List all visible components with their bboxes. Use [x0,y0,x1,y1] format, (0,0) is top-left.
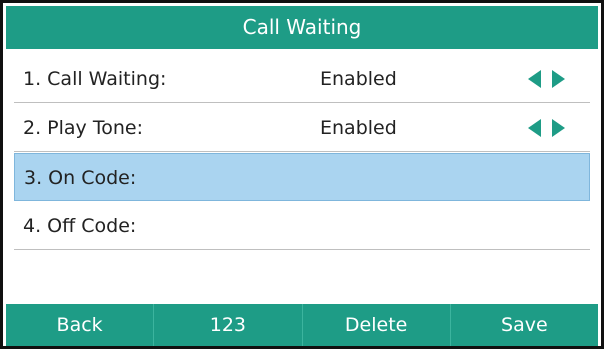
arrow-right-icon[interactable] [552,119,565,137]
arrow-left-icon[interactable] [528,119,541,137]
row-label: 4. Off Code: [23,215,137,237]
row-label: 1. Call Waiting: [23,68,167,90]
row-value: Enabled [320,68,397,90]
back-button[interactable]: Back [6,304,155,346]
arrow-right-icon[interactable] [552,70,565,88]
option-switch[interactable] [528,70,568,88]
row-play-tone[interactable]: 2. Play Tone: Enabled [14,104,590,152]
row-value: Enabled [320,117,397,139]
row-label: 2. Play Tone: [23,117,143,139]
option-switch[interactable] [528,119,568,137]
row-off-code[interactable]: 4. Off Code: [14,202,590,250]
row-label: 3. On Code: [24,167,137,189]
settings-list: 1. Call Waiting: Enabled 2. Play Tone: E… [14,55,590,251]
input-mode-button[interactable]: 123 [154,304,303,346]
delete-button[interactable]: Delete [303,304,451,346]
row-on-code[interactable]: 3. On Code: [14,153,590,201]
row-call-waiting[interactable]: 1. Call Waiting: Enabled [14,55,590,103]
screen-title: Call Waiting [6,6,598,49]
arrow-left-icon[interactable] [528,70,541,88]
phone-screen: Call Waiting 1. Call Waiting: Enabled 2.… [0,0,604,349]
softkey-bar: Back 123 Delete Save [6,304,598,346]
save-button[interactable]: Save [451,304,598,346]
